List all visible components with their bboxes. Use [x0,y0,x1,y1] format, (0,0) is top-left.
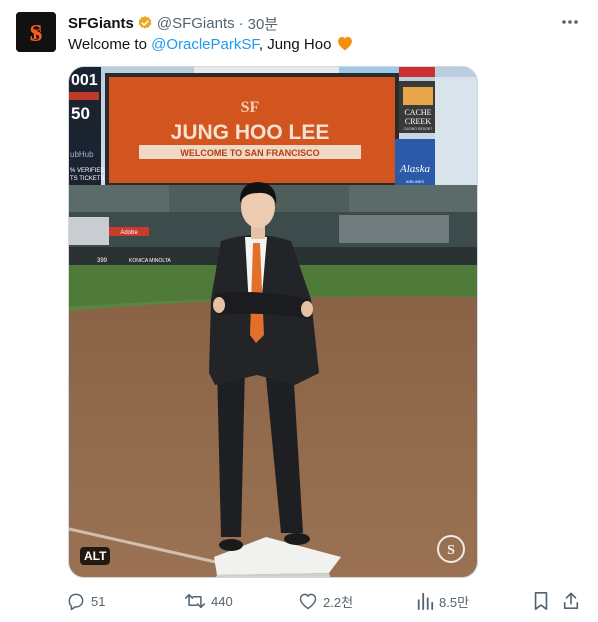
timestamp[interactable]: 30분 [248,13,279,34]
scoreboard-title: JUNG HOO LEE [171,121,330,144]
tweet[interactable]: S F SFGiants @SFGiants · 30분 Welcome to … [0,0,598,622]
reply-count: 51 [91,593,106,609]
retweet-icon [184,593,206,609]
action-bar: 51 440 2.2천 8.5만 [66,588,586,614]
views-button[interactable]: 8.5만 [416,588,469,614]
scoreboard-logo: SF [241,99,260,116]
text-prefix: Welcome to [68,36,152,53]
ad-cache-creek-1: CACHE [404,108,431,117]
tweet-header: SFGiants @SFGiants · 30분 [68,13,278,33]
media-photo[interactable]: 001 50 ubHub % VERIFIED TS TICKETS SF JU… [68,66,478,578]
retweet-count: 440 [211,593,233,609]
left-board-1: 001 [71,72,98,89]
more-dots-icon[interactable] [558,12,582,32]
giants-logo-icon: S F [16,12,56,52]
tweet-text: Welcome to @OracleParkSF, Jung Hoo [68,35,354,55]
giants-watermark-icon: S [437,535,465,563]
text-suffix: , Jung Hoo [258,36,336,53]
left-board-5: TS TICKETS [70,176,105,182]
svg-text:S: S [447,543,455,558]
handle[interactable]: @SFGiants [157,15,235,32]
share-icon [563,592,579,610]
avatar[interactable]: S F [16,12,56,52]
svg-text:F: F [32,27,41,43]
orange-heart-icon [337,36,352,51]
left-board-4: % VERIFIED [70,168,105,174]
left-billboards: 001 50 ubHub % VERIFIED TS TICKETS [69,67,105,197]
reply-icon [68,593,84,611]
ad-cache-creek-2: CREEK [405,117,431,126]
mention-link[interactable]: @OracleParkSF [151,36,259,53]
scoreboard-subtitle: WELCOME TO SAN FRANCISCO [180,148,319,158]
share-button[interactable] [562,588,585,614]
views-count: 8.5만 [439,594,470,610]
bookmark-button[interactable] [532,588,555,614]
like-button[interactable]: 2.2천 [298,588,353,614]
separator: · [238,14,244,32]
left-board-6: 399 [97,258,108,264]
ad-konica: KONICA MINOLTA [129,258,171,264]
left-board-2: 50 [71,104,90,123]
retweet-button[interactable]: 440 [184,588,233,614]
ad-alaska: Alaska [399,163,430,175]
left-board-3: ubHub [70,150,94,159]
verified-badge-icon[interactable] [137,15,153,31]
ad-alaska-sub: AIRLINES [406,179,425,184]
reply-button[interactable]: 51 [66,588,105,614]
ad-adobe: Adobe [120,230,138,236]
ad-cache-creek-3: CASINO RESORT [404,127,434,131]
alt-badge[interactable]: ALT [80,547,111,565]
display-name[interactable]: SFGiants [68,15,134,32]
views-chart-icon [417,592,434,610]
like-count: 2.2천 [323,594,354,610]
bookmark-icon [534,592,548,610]
heart-icon [299,593,317,610]
